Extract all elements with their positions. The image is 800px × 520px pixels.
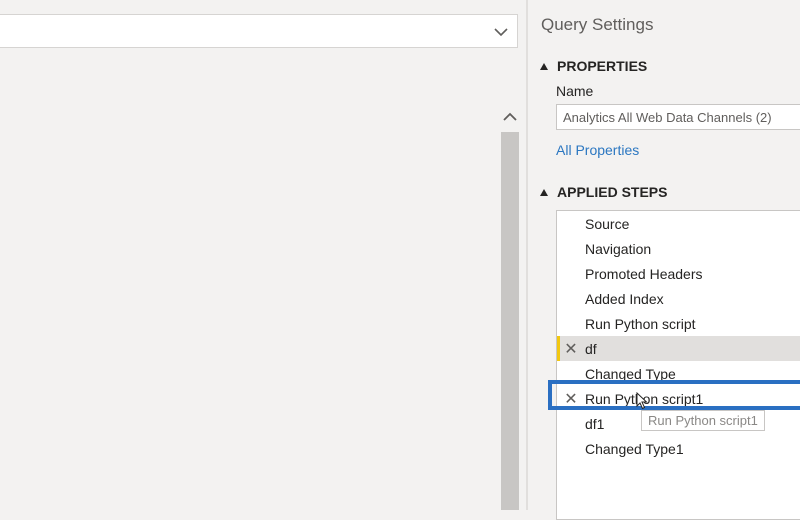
step-promoted-headers[interactable]: Promoted Headers [557, 261, 800, 286]
step-navigation[interactable]: Navigation [557, 236, 800, 261]
step-changed-type1[interactable]: Changed Type1 [557, 436, 800, 461]
step-added-index[interactable]: Added Index [557, 286, 800, 311]
mouse-pointer-icon [636, 391, 648, 415]
close-icon[interactable]: ✕ [557, 339, 585, 359]
all-properties-link[interactable]: All Properties [556, 142, 639, 158]
step-label: df [585, 340, 597, 357]
applied-steps-section-header[interactable]: APPLIED STEPS [540, 184, 667, 200]
data-preview-pane [0, 0, 528, 510]
query-name-input[interactable] [556, 104, 800, 130]
formula-bar[interactable] [0, 14, 518, 48]
step-run-python-script[interactable]: Run Python script [557, 311, 800, 336]
chevron-down-icon[interactable] [491, 22, 511, 42]
properties-header-label: PROPERTIES [557, 58, 648, 74]
step-label: Source [585, 215, 630, 232]
step-label: Run Python script [585, 315, 696, 332]
applied-steps-header-label: APPLIED STEPS [557, 184, 668, 200]
step-df[interactable]: ✕ df [557, 336, 800, 361]
step-changed-type[interactable]: Changed Type [557, 361, 800, 386]
step-label: Changed Type [585, 365, 676, 382]
query-settings-title: Query Settings [541, 15, 654, 34]
triangle-down-icon[interactable] [540, 62, 548, 70]
applied-steps-list: Source Navigation Promoted Headers Added… [556, 210, 800, 520]
step-label: Navigation [585, 240, 652, 257]
scrollbar-thumb[interactable] [501, 132, 519, 510]
close-icon[interactable]: ✕ [557, 389, 585, 409]
triangle-down-icon[interactable] [540, 188, 548, 196]
vertical-scrollbar[interactable] [500, 100, 520, 510]
name-label: Name [556, 83, 594, 99]
properties-section-header[interactable]: PROPERTIES [540, 58, 647, 74]
step-label: df1 [585, 415, 605, 432]
step-label: Changed Type1 [585, 440, 684, 457]
step-tooltip: Run Python script1 [641, 410, 765, 431]
step-source[interactable]: Source [557, 211, 800, 236]
step-label: Added Index [585, 290, 664, 307]
query-settings-pane: Query Settings PROPERTIES Name All Prope… [528, 0, 800, 520]
step-label: Promoted Headers [585, 265, 703, 282]
step-run-python-script1[interactable]: ✕ Run Python script1 [557, 386, 800, 411]
chevron-up-icon[interactable] [500, 106, 520, 126]
